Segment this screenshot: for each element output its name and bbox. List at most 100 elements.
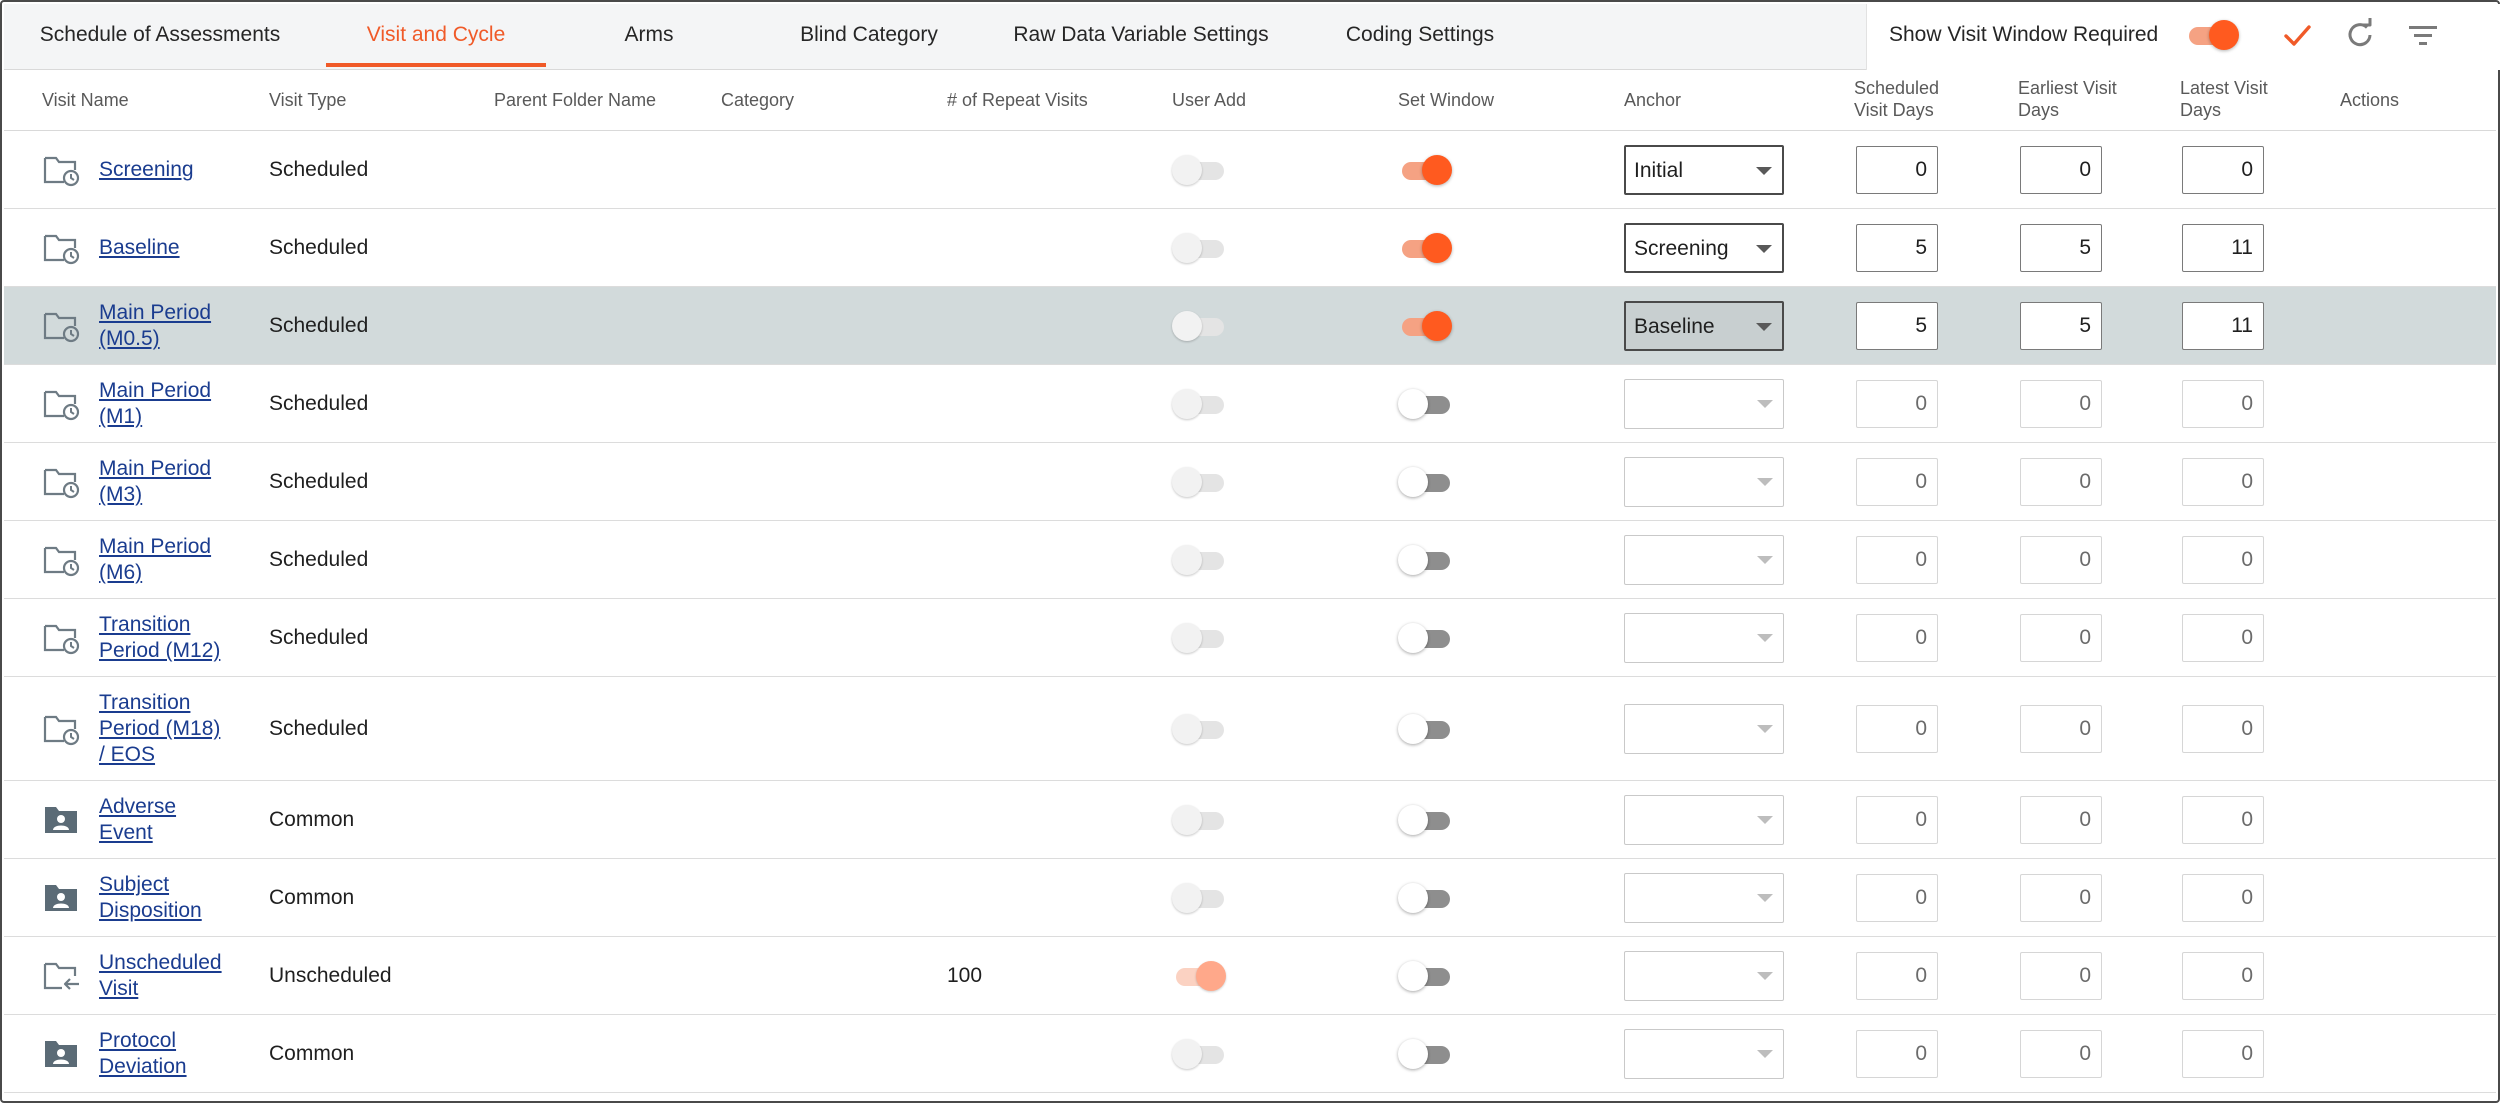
latest-days-input[interactable]: 0: [2182, 536, 2264, 584]
col-user-add[interactable]: User Add: [1172, 89, 1246, 111]
tab-coding-settings[interactable]: Coding Settings: [1328, 4, 1512, 66]
earliest-days-input[interactable]: 0: [2020, 380, 2102, 428]
set-window-toggle[interactable]: [1398, 309, 1452, 343]
set-window-toggle[interactable]: [1398, 712, 1452, 746]
set-window-toggle[interactable]: [1398, 387, 1452, 421]
anchor-select[interactable]: Screening: [1624, 223, 1784, 273]
user-add-toggle[interactable]: [1172, 1037, 1226, 1071]
table-row[interactable]: Baseline Scheduled Screening 5 5 11: [4, 209, 2496, 287]
visit-name-link[interactable]: Protocol Deviation: [99, 1028, 244, 1080]
user-add-toggle[interactable]: [1172, 543, 1226, 577]
anchor-select[interactable]: [1624, 704, 1784, 754]
scheduled-days-input[interactable]: 0: [1856, 1030, 1938, 1078]
user-add-toggle[interactable]: [1172, 153, 1226, 187]
anchor-select[interactable]: [1624, 613, 1784, 663]
col-category[interactable]: Category: [721, 89, 794, 111]
earliest-days-input[interactable]: 0: [2020, 146, 2102, 194]
visit-name-link[interactable]: Screening: [99, 157, 244, 183]
user-add-toggle[interactable]: [1172, 803, 1226, 837]
anchor-select[interactable]: Baseline: [1624, 301, 1784, 351]
anchor-select[interactable]: [1624, 951, 1784, 1001]
earliest-days-input[interactable]: 0: [2020, 952, 2102, 1000]
latest-days-input[interactable]: 0: [2182, 146, 2264, 194]
scheduled-days-input[interactable]: 5: [1856, 224, 1938, 272]
set-window-toggle[interactable]: [1398, 881, 1452, 915]
table-row[interactable]: Main Period (M0.5) Scheduled Baseline 5 5 11: [4, 287, 2496, 365]
table-row[interactable]: Main Period (M1) Scheduled 0 0 0: [4, 365, 2496, 443]
anchor-select[interactable]: [1624, 457, 1784, 507]
set-window-toggle[interactable]: [1398, 153, 1452, 187]
visit-name-link[interactable]: Subject Disposition: [99, 872, 244, 924]
earliest-days-input[interactable]: 5: [2020, 224, 2102, 272]
user-add-toggle[interactable]: [1172, 387, 1226, 421]
visit-name-link[interactable]: Transition Period (M12): [99, 612, 244, 664]
visit-name-link[interactable]: Main Period (M1): [99, 378, 244, 430]
scheduled-days-input[interactable]: 0: [1856, 796, 1938, 844]
latest-days-input[interactable]: 0: [2182, 614, 2264, 662]
visit-name-link[interactable]: Unscheduled Visit: [99, 950, 244, 1002]
earliest-days-input[interactable]: 5: [2020, 302, 2102, 350]
table-row[interactable]: Unscheduled Visit Unscheduled 100 0 0 0: [4, 937, 2496, 1015]
table-row[interactable]: Transition Period (M12) Scheduled 0 0 0: [4, 599, 2496, 677]
table-row[interactable]: Adverse Event Common 0 0 0: [4, 781, 2496, 859]
table-row[interactable]: Main Period (M3) Scheduled 0 0 0: [4, 443, 2496, 521]
latest-days-input[interactable]: 0: [2182, 1030, 2264, 1078]
anchor-select[interactable]: [1624, 535, 1784, 585]
scheduled-days-input[interactable]: 0: [1856, 458, 1938, 506]
set-window-toggle[interactable]: [1398, 803, 1452, 837]
set-window-toggle[interactable]: [1398, 543, 1452, 577]
latest-days-input[interactable]: 0: [2182, 796, 2264, 844]
col-visit-type[interactable]: Visit Type: [269, 89, 346, 111]
visit-name-link[interactable]: Main Period (M6): [99, 534, 244, 586]
user-add-toggle[interactable]: [1172, 712, 1226, 746]
col-repeat-visits[interactable]: # of Repeat Visits: [947, 89, 1088, 111]
set-window-toggle[interactable]: [1398, 1037, 1452, 1071]
scheduled-days-input[interactable]: 0: [1856, 874, 1938, 922]
earliest-days-input[interactable]: 0: [2020, 705, 2102, 753]
latest-days-input[interactable]: 0: [2182, 458, 2264, 506]
user-add-toggle[interactable]: [1172, 959, 1226, 993]
col-latest-visit-days[interactable]: Latest Visit Days: [2180, 77, 2268, 121]
earliest-days-input[interactable]: 0: [2020, 614, 2102, 662]
set-window-toggle[interactable]: [1398, 231, 1452, 265]
col-earliest-visit-days[interactable]: Earliest Visit Days: [2018, 77, 2117, 121]
col-parent-folder-name[interactable]: Parent Folder Name: [494, 89, 656, 111]
anchor-select[interactable]: [1624, 795, 1784, 845]
earliest-days-input[interactable]: 0: [2020, 796, 2102, 844]
user-add-toggle[interactable]: [1172, 465, 1226, 499]
latest-days-input[interactable]: 0: [2182, 952, 2264, 1000]
set-window-toggle[interactable]: [1398, 621, 1452, 655]
earliest-days-input[interactable]: 0: [2020, 874, 2102, 922]
visit-name-link[interactable]: Main Period (M3): [99, 456, 244, 508]
scheduled-days-input[interactable]: 0: [1856, 536, 1938, 584]
table-row[interactable]: Transition Period (M18) / EOS Scheduled 0 0 0: [4, 677, 2496, 781]
tab-blind-category[interactable]: Blind Category: [770, 4, 968, 66]
scheduled-days-input[interactable]: 0: [1856, 705, 1938, 753]
col-set-window[interactable]: Set Window: [1398, 89, 1494, 111]
earliest-days-input[interactable]: 0: [2020, 536, 2102, 584]
scheduled-days-input[interactable]: 0: [1856, 952, 1938, 1000]
tab-visit-and-cycle[interactable]: Visit and Cycle: [326, 4, 546, 66]
anchor-select[interactable]: [1624, 873, 1784, 923]
table-row[interactable]: Main Period (M6) Scheduled 0 0 0: [4, 521, 2496, 599]
col-scheduled-visit-days[interactable]: Scheduled Visit Days: [1854, 77, 1939, 121]
anchor-select[interactable]: Initial: [1624, 145, 1784, 195]
user-add-toggle[interactable]: [1172, 231, 1226, 265]
scheduled-days-input[interactable]: 0: [1856, 146, 1938, 194]
user-add-toggle[interactable]: [1172, 621, 1226, 655]
scheduled-days-input[interactable]: 5: [1856, 302, 1938, 350]
scheduled-days-input[interactable]: 0: [1856, 614, 1938, 662]
check-icon[interactable]: [2277, 15, 2317, 55]
latest-days-input[interactable]: 0: [2182, 874, 2264, 922]
earliest-days-input[interactable]: 0: [2020, 458, 2102, 506]
scheduled-days-input[interactable]: 0: [1856, 380, 1938, 428]
table-row[interactable]: Screening Scheduled Initial 0 0 0: [4, 131, 2496, 209]
table-row[interactable]: Subject Disposition Common 0 0 0: [4, 859, 2496, 937]
visit-name-link[interactable]: Baseline: [99, 235, 244, 261]
refresh-icon[interactable]: [2341, 15, 2381, 55]
tab-schedule-of-assessments[interactable]: Schedule of Assessments: [12, 4, 308, 66]
set-window-toggle[interactable]: [1398, 959, 1452, 993]
latest-days-input[interactable]: 0: [2182, 380, 2264, 428]
show-visit-window-toggle[interactable]: [2185, 18, 2239, 52]
col-visit-name[interactable]: Visit Name: [42, 89, 129, 111]
